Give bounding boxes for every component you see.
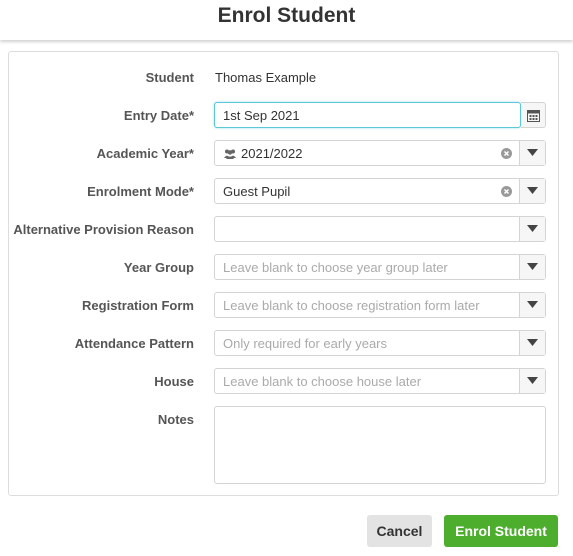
student-value: Thomas Example: [215, 70, 317, 85]
registration-form-select[interactable]: Leave blank to choose registration form …: [214, 292, 546, 318]
chevron-down-icon[interactable]: [519, 293, 545, 317]
chevron-down-icon[interactable]: [519, 141, 545, 165]
year-group-label: Year Group: [123, 260, 194, 275]
attendance-pattern-label: Attendance Pattern: [74, 336, 194, 351]
academic-year-value: 2021/2022: [241, 146, 303, 161]
entry-date-value: 1st Sep 2021: [223, 108, 300, 123]
users-icon: [224, 149, 236, 159]
academic-year-label: Academic Year*: [96, 146, 194, 161]
cancel-button[interactable]: Cancel: [367, 515, 432, 547]
year-group-select[interactable]: Leave blank to choose year group later: [214, 254, 546, 280]
dialog-title: Enrol Student: [217, 4, 356, 27]
registration-form-placeholder: Leave blank to choose registration form …: [223, 298, 480, 313]
attendance-pattern-select[interactable]: Only required for early years: [214, 330, 546, 356]
clear-icon[interactable]: [501, 148, 512, 159]
dialog-header: Enrol Student: [0, 0, 573, 40]
notes-textarea[interactable]: [214, 406, 546, 484]
enrolment-mode-label: Enrolment Mode*: [87, 184, 194, 199]
alternative-provision-select[interactable]: [214, 216, 546, 242]
calendar-icon: [527, 110, 540, 122]
house-label: House: [154, 374, 194, 389]
chevron-down-icon[interactable]: [519, 369, 545, 393]
entry-date-input[interactable]: 1st Sep 2021: [214, 102, 521, 128]
entry-date-label: Entry Date*: [123, 108, 194, 123]
registration-form-label: Registration Form: [82, 298, 194, 313]
student-label: Student: [145, 70, 194, 85]
alternative-provision-label: Alternative Provision Reason: [13, 222, 194, 237]
calendar-button[interactable]: [521, 102, 546, 128]
enrol-student-button[interactable]: Enrol Student: [444, 515, 558, 547]
chevron-down-icon[interactable]: [519, 217, 545, 241]
chevron-down-icon[interactable]: [519, 179, 545, 203]
clear-icon[interactable]: [501, 186, 512, 197]
year-group-placeholder: Leave blank to choose year group later: [223, 260, 448, 275]
enrolment-mode-value: Guest Pupil: [223, 184, 291, 199]
attendance-pattern-placeholder: Only required for early years: [223, 336, 388, 351]
house-select[interactable]: Leave blank to choose house later: [214, 368, 546, 394]
academic-year-select[interactable]: 2021/2022: [214, 140, 546, 166]
enrolment-mode-select[interactable]: Guest Pupil: [214, 178, 546, 204]
chevron-down-icon[interactable]: [519, 331, 545, 355]
chevron-down-icon[interactable]: [519, 255, 545, 279]
house-placeholder: Leave blank to choose house later: [223, 374, 422, 389]
notes-label: Notes: [157, 412, 194, 427]
